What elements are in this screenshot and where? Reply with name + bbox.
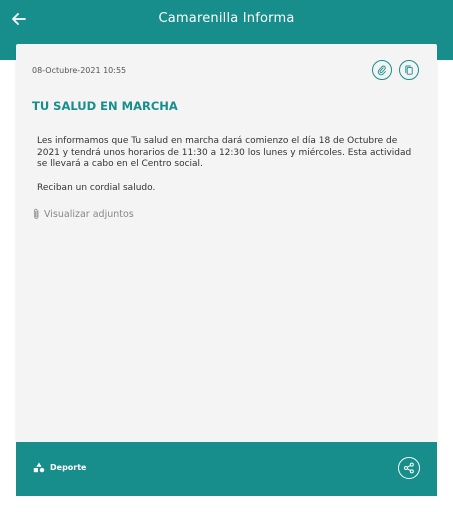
news-greeting: Reciban un cordial saludo. (37, 183, 156, 193)
news-title: TU SALUD EN MARCHA (32, 99, 178, 113)
shapes-icon (33, 462, 45, 473)
news-date: 08-Octubre-2021 10:55 (32, 66, 127, 75)
news-body-paragraph: Les informamos que Tu salud en marcha da… (37, 136, 412, 169)
view-attachments-label: Visualizar adjuntos (44, 208, 134, 220)
news-card: 08-Octubre-2021 10:55 TU SALUD EN MARCHA… (16, 44, 437, 442)
view-attachments-link[interactable]: Visualizar adjuntos (32, 208, 134, 220)
category-label: Deporte (50, 463, 87, 472)
copy-button[interactable] (399, 60, 419, 80)
share-button[interactable] (398, 457, 420, 479)
news-footer: Deporte (16, 442, 437, 496)
paperclip-icon (377, 65, 386, 75)
attachments-button[interactable] (372, 60, 392, 80)
category-tag: Deporte (33, 462, 86, 473)
copy-icon (405, 65, 413, 75)
share-icon (404, 462, 414, 474)
paperclip-icon (33, 208, 39, 219)
page-title: Camarenilla Informa (158, 11, 295, 26)
